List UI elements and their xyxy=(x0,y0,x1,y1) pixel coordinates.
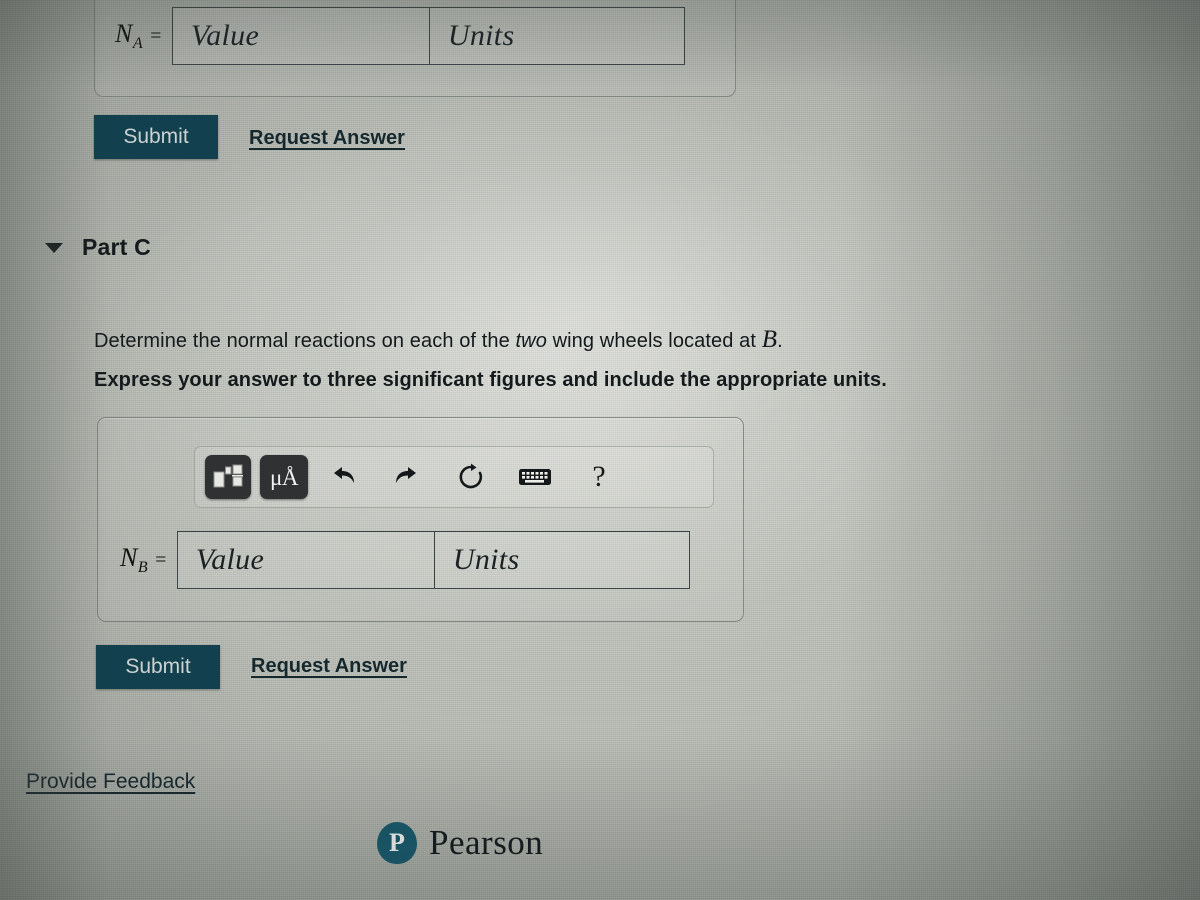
redo-icon[interactable] xyxy=(381,455,433,499)
part-b-value-placeholder: Value xyxy=(190,19,260,52)
prompt-text-before: Determine the normal reactions on each o… xyxy=(94,330,516,352)
part-b-units-placeholder: Units xyxy=(447,19,515,52)
pearson-p-mark-icon: P xyxy=(377,822,417,864)
part-c-answer-row: NB = Value Units xyxy=(120,531,690,589)
part-b-units-input[interactable]: Units xyxy=(429,7,685,65)
part-b-request-answer-link[interactable]: Request Answer xyxy=(249,127,405,150)
units-mu-angstrom-button[interactable]: μÅ xyxy=(260,455,308,499)
prompt-period: . xyxy=(777,330,783,352)
prompt-text-after: wing wheels located at xyxy=(546,330,762,352)
part-c-submit-button[interactable]: Submit xyxy=(96,645,220,689)
part-c-units-input[interactable]: Units xyxy=(434,531,690,589)
triangle-down-icon[interactable] xyxy=(45,242,63,253)
part-b-answer-panel: NA = Value Units xyxy=(94,0,736,97)
part-c-request-answer-link[interactable]: Request Answer xyxy=(251,655,407,678)
part-c-units-placeholder: Units xyxy=(452,543,520,576)
part-b-answer-row: NA = Value Units xyxy=(115,7,685,65)
math-template-icon[interactable] xyxy=(205,455,251,499)
pearson-wordmark: Pearson xyxy=(429,823,544,862)
provide-feedback-link[interactable]: Provide Feedback xyxy=(26,770,195,794)
part-c-prompt: Determine the normal reactions on each o… xyxy=(94,326,783,354)
part-c-header[interactable]: Part C xyxy=(45,234,151,261)
pearson-logo-letter: P xyxy=(389,827,405,857)
part-b-submit-button[interactable]: Submit xyxy=(94,115,218,159)
part-c-value-placeholder: Value xyxy=(195,543,265,576)
prompt-variable-b: B xyxy=(761,326,778,353)
part-b-value-input[interactable]: Value xyxy=(171,7,430,65)
part-c-value-input[interactable]: Value xyxy=(176,531,435,589)
help-icon[interactable]: ? xyxy=(573,455,625,499)
keyboard-icon[interactable] xyxy=(509,455,561,499)
part-c-variable-label: NB = xyxy=(120,542,167,577)
page-content: NA = Value Units Submit Request Answer P… xyxy=(0,0,1200,900)
prompt-emphasis: two xyxy=(515,330,547,352)
part-c-instruction: Express your answer to three significant… xyxy=(94,369,887,391)
part-c-title: Part C xyxy=(82,234,151,260)
units-mu-angstrom-label: μÅ xyxy=(270,464,298,490)
reset-icon[interactable] xyxy=(445,455,497,499)
part-b-variable-label: NA = xyxy=(115,18,162,53)
help-question-mark: ? xyxy=(592,460,606,493)
undo-icon[interactable] xyxy=(317,455,369,499)
math-editor-toolbar: μÅ ? xyxy=(194,446,714,508)
pearson-logo: P Pearson xyxy=(377,822,543,864)
part-c-answer-panel: μÅ ? NB = Value Units xyxy=(97,417,744,622)
